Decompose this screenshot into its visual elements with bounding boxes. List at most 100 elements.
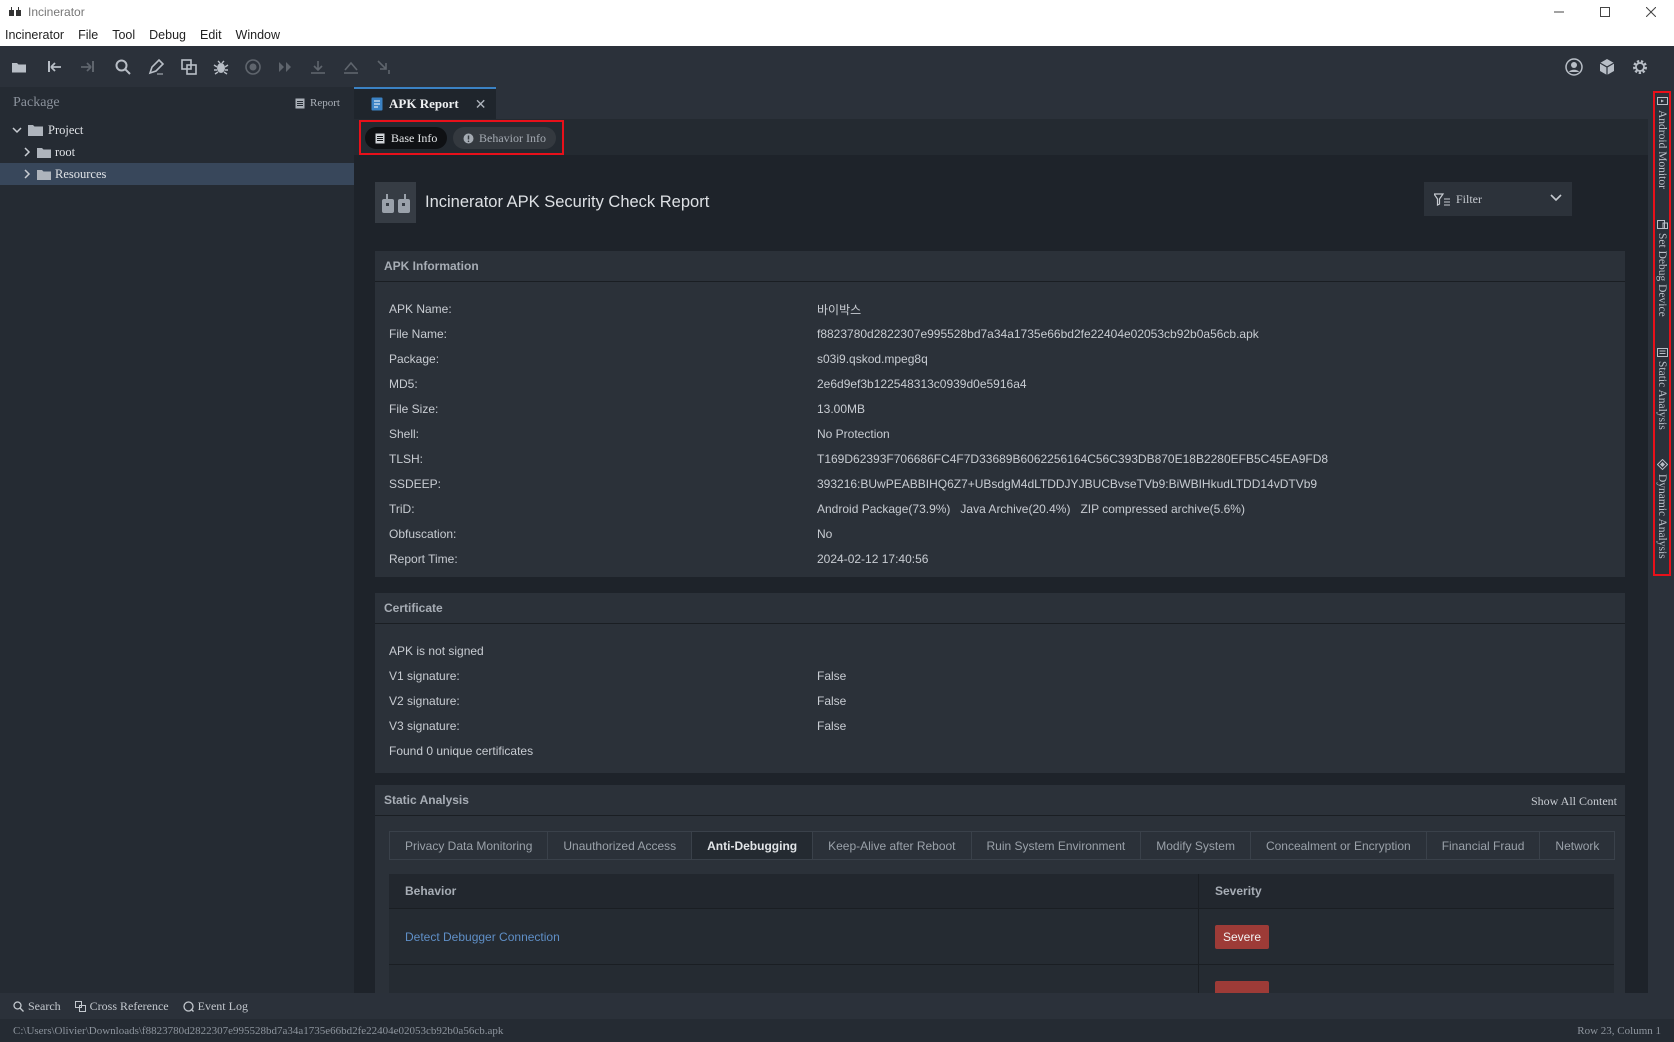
info-label: TLSH: [389, 452, 424, 466]
resume-icon[interactable] [275, 57, 295, 77]
menu-file[interactable]: File [78, 28, 98, 42]
tab-privacy-data-monitoring[interactable]: Privacy Data Monitoring [390, 832, 549, 859]
tab-modify-system[interactable]: Modify System [1141, 832, 1251, 859]
right-tool-strip: Android Monitor Set Debug Device Static … [1648, 87, 1674, 993]
menu-bar: Incinerator File Tool Debug Edit Window [0, 24, 1674, 46]
report-file-icon [371, 97, 383, 111]
tree-item-root[interactable]: root [0, 141, 354, 163]
cert-value: False [817, 719, 847, 733]
tab-unauthorized-access[interactable]: Unauthorized Access [548, 832, 693, 859]
info-value: f8823780d2822307e995528bd7a34a1735e66bd2… [817, 327, 1259, 341]
show-all-content-link[interactable]: Show All Content [1531, 794, 1617, 809]
tab-android-monitor[interactable]: Android Monitor [1655, 97, 1669, 189]
menu-window[interactable]: Window [236, 28, 280, 42]
report-header: Incinerator APK Security Check Report Fi… [375, 182, 1625, 226]
vertical-tab-label: Static Analysis [1656, 361, 1668, 430]
tab-static-analysis[interactable]: Static Analysis [1655, 348, 1669, 430]
open-folder-icon[interactable] [9, 57, 29, 77]
debug-bug-icon[interactable] [211, 57, 231, 77]
tab-apk-report[interactable]: APK Report ✕ [354, 87, 496, 119]
tab-network[interactable]: Network [1540, 832, 1614, 859]
bottom-tool-label: Event Log [197, 998, 248, 1013]
search-tool-button[interactable]: Search [13, 999, 61, 1014]
cert-value: False [817, 694, 847, 708]
app-logo-icon [9, 7, 21, 16]
navigate-forward-icon[interactable] [77, 57, 97, 77]
cross-reference-button[interactable]: Cross Reference [74, 998, 169, 1014]
tab-keep-alive-after-reboot[interactable]: Keep-Alive after Reboot [813, 832, 972, 859]
tab-set-debug-device[interactable]: Set Debug Device [1655, 220, 1669, 317]
tree-item-label: Project [48, 122, 84, 137]
report-content: Incinerator APK Security Check Report Fi… [354, 155, 1648, 993]
settings-gear-icon[interactable] [1630, 57, 1650, 77]
info-label: APK Name: [389, 302, 452, 316]
close-icon [1646, 7, 1656, 17]
subtab-base-info[interactable]: Base Info [365, 127, 448, 149]
table-header: Behavior Severity [389, 874, 1614, 908]
step-out-icon[interactable] [374, 57, 394, 77]
tab-ruin-system-environment[interactable]: Ruin System Environment [972, 832, 1142, 859]
breakpoint-icon[interactable] [243, 57, 263, 77]
category-tabs: Privacy Data Monitoring Unauthorized Acc… [389, 831, 1616, 860]
tab-label: APK Report [389, 96, 459, 111]
search-icon [13, 1000, 24, 1012]
minimize-icon [1554, 11, 1564, 13]
info-value: s03i9.qskod.mpeg8q [817, 352, 928, 366]
chevron-right-icon [24, 169, 31, 179]
copy-icon[interactable] [179, 57, 199, 77]
cert-label: V3 signature: [389, 719, 460, 733]
step-into-icon[interactable] [341, 57, 361, 77]
bottom-tool-label: Search [28, 998, 61, 1013]
report-button-label: Report [310, 97, 340, 109]
tab-anti-debugging[interactable]: Anti-Debugging [692, 832, 814, 859]
subtab-behavior-info[interactable]: Behavior Info [453, 127, 556, 149]
tree-item-resources[interactable]: Resources [0, 163, 354, 185]
cert-value: False [817, 669, 847, 683]
menu-incinerator[interactable]: Incinerator [5, 28, 64, 42]
info-value: 13.00MB [817, 402, 866, 416]
tree-item-project[interactable]: Project [0, 119, 354, 141]
info-value: 바이박스 [817, 303, 862, 317]
not-signed-text: APK is not signed [389, 644, 484, 658]
account-icon[interactable] [1564, 57, 1584, 77]
behavior-table: Behavior Severity Detect Debugger Connec… [389, 874, 1614, 993]
edit-pen-icon[interactable] [146, 57, 166, 77]
info-label: TriD: [389, 502, 415, 516]
folder-icon [28, 125, 43, 136]
subtab-label: Base Info [391, 130, 438, 145]
analysis-icon [1656, 348, 1668, 357]
plugin-box-icon[interactable] [1597, 57, 1617, 77]
filter-dropdown[interactable]: Filter [1424, 182, 1572, 216]
card-title: APK Information [375, 251, 1625, 282]
chevron-down-icon [12, 127, 22, 134]
search-icon[interactable] [113, 57, 133, 77]
event-log-button[interactable]: Event Log [182, 998, 248, 1014]
tab-concealment-or-encryption[interactable]: Concealment or Encryption [1251, 832, 1427, 859]
document-icon [375, 133, 385, 143]
severity-badge: Severe [1215, 924, 1270, 949]
behavior-link[interactable]: Detect Debugger Connection [405, 930, 560, 944]
close-window-button[interactable] [1628, 0, 1674, 24]
menu-edit[interactable]: Edit [200, 28, 222, 42]
minimize-button[interactable] [1536, 0, 1582, 24]
navigate-back-icon[interactable] [45, 57, 65, 77]
subtab-label: Behavior Info [479, 130, 546, 145]
tree-item-label: Resources [55, 166, 107, 181]
close-tab-icon[interactable]: ✕ [475, 96, 487, 113]
info-value: 2024-02-12 17:40:56 [817, 552, 929, 566]
tree-item-label: root [55, 144, 76, 159]
step-over-icon[interactable] [308, 57, 328, 77]
filter-label: Filter [1456, 191, 1482, 206]
bottom-tool-label: Cross Reference [89, 998, 169, 1013]
tab-financial-fraud[interactable]: Financial Fraud [1427, 832, 1541, 859]
tab-dynamic-analysis[interactable]: Dynamic Analysis [1655, 459, 1669, 559]
table-row [389, 964, 1614, 993]
card-title: Certificate [375, 593, 1625, 624]
maximize-button[interactable] [1582, 0, 1628, 24]
menu-debug[interactable]: Debug [149, 28, 186, 42]
report-button[interactable]: Report [295, 97, 340, 109]
menu-tool[interactable]: Tool [112, 28, 135, 42]
column-header-behavior: Behavior [389, 874, 1199, 908]
info-label: Package: [389, 352, 440, 366]
severity-badge [1215, 981, 1269, 993]
